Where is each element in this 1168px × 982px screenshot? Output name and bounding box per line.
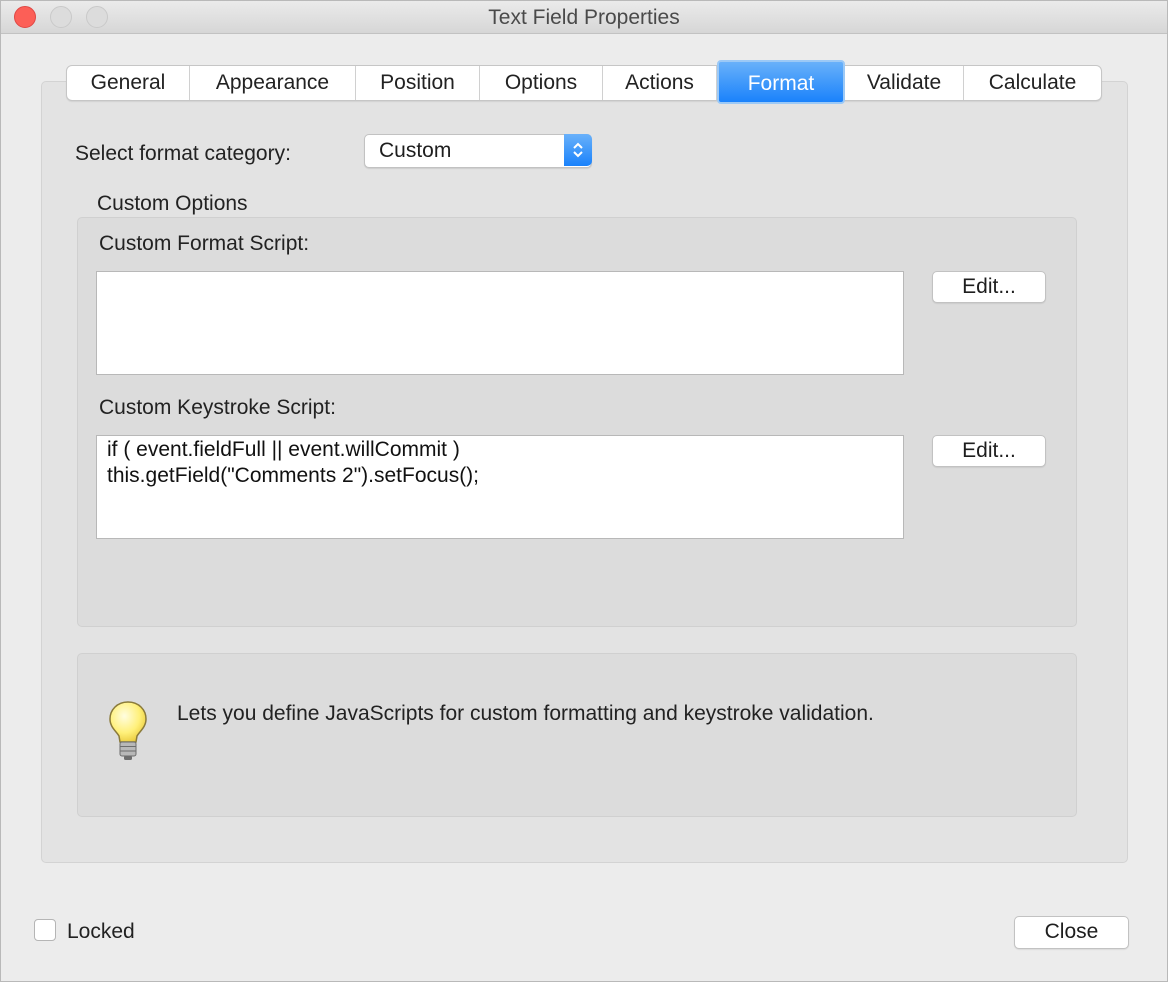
locked-label: Locked (67, 920, 135, 943)
edit-format-script-button[interactable]: Edit... (932, 271, 1046, 303)
title-bar[interactable]: Text Field Properties (1, 1, 1167, 34)
custom-options-label: Custom Options (97, 192, 248, 215)
tab-position[interactable]: Position (356, 66, 480, 100)
keystroke-script-label: Custom Keystroke Script: (99, 396, 336, 419)
format-category-select[interactable]: Custom (364, 134, 592, 168)
format-script-field[interactable] (96, 271, 904, 375)
lightbulb-icon (109, 701, 147, 760)
keystroke-script-field[interactable]: if ( event.fieldFull || event.willCommit… (96, 435, 904, 539)
tab-actions[interactable]: Actions (603, 66, 717, 100)
close-button[interactable]: Close (1014, 916, 1129, 949)
hint-text: Lets you define JavaScripts for custom f… (177, 702, 874, 725)
text-field-properties-dialog: Text Field Properties General Appearance… (0, 0, 1168, 982)
tab-calculate[interactable]: Calculate (964, 66, 1101, 100)
tab-bar: General Appearance Position Options Acti… (66, 60, 1102, 104)
edit-keystroke-script-button[interactable]: Edit... (932, 435, 1046, 467)
tab-validate[interactable]: Validate (845, 66, 964, 100)
keystroke-script-line: if ( event.fieldFull || event.willCommit… (107, 438, 460, 461)
tab-appearance[interactable]: Appearance (190, 66, 356, 100)
tab-format[interactable]: Format (717, 60, 845, 104)
select-arrows-icon (564, 134, 592, 166)
keystroke-script-line: this.getField("Comments 2").setFocus(); (107, 464, 480, 487)
format-script-label: Custom Format Script: (99, 232, 310, 255)
tab-general[interactable]: General (67, 66, 190, 100)
window-title: Text Field Properties (488, 6, 680, 29)
locked-checkbox[interactable] (34, 919, 56, 941)
tab-options[interactable]: Options (480, 66, 603, 100)
format-category-label: Select format category: (75, 142, 291, 165)
format-category-value: Custom (379, 139, 452, 162)
hint-box: Lets you define JavaScripts for custom f… (77, 653, 1077, 817)
